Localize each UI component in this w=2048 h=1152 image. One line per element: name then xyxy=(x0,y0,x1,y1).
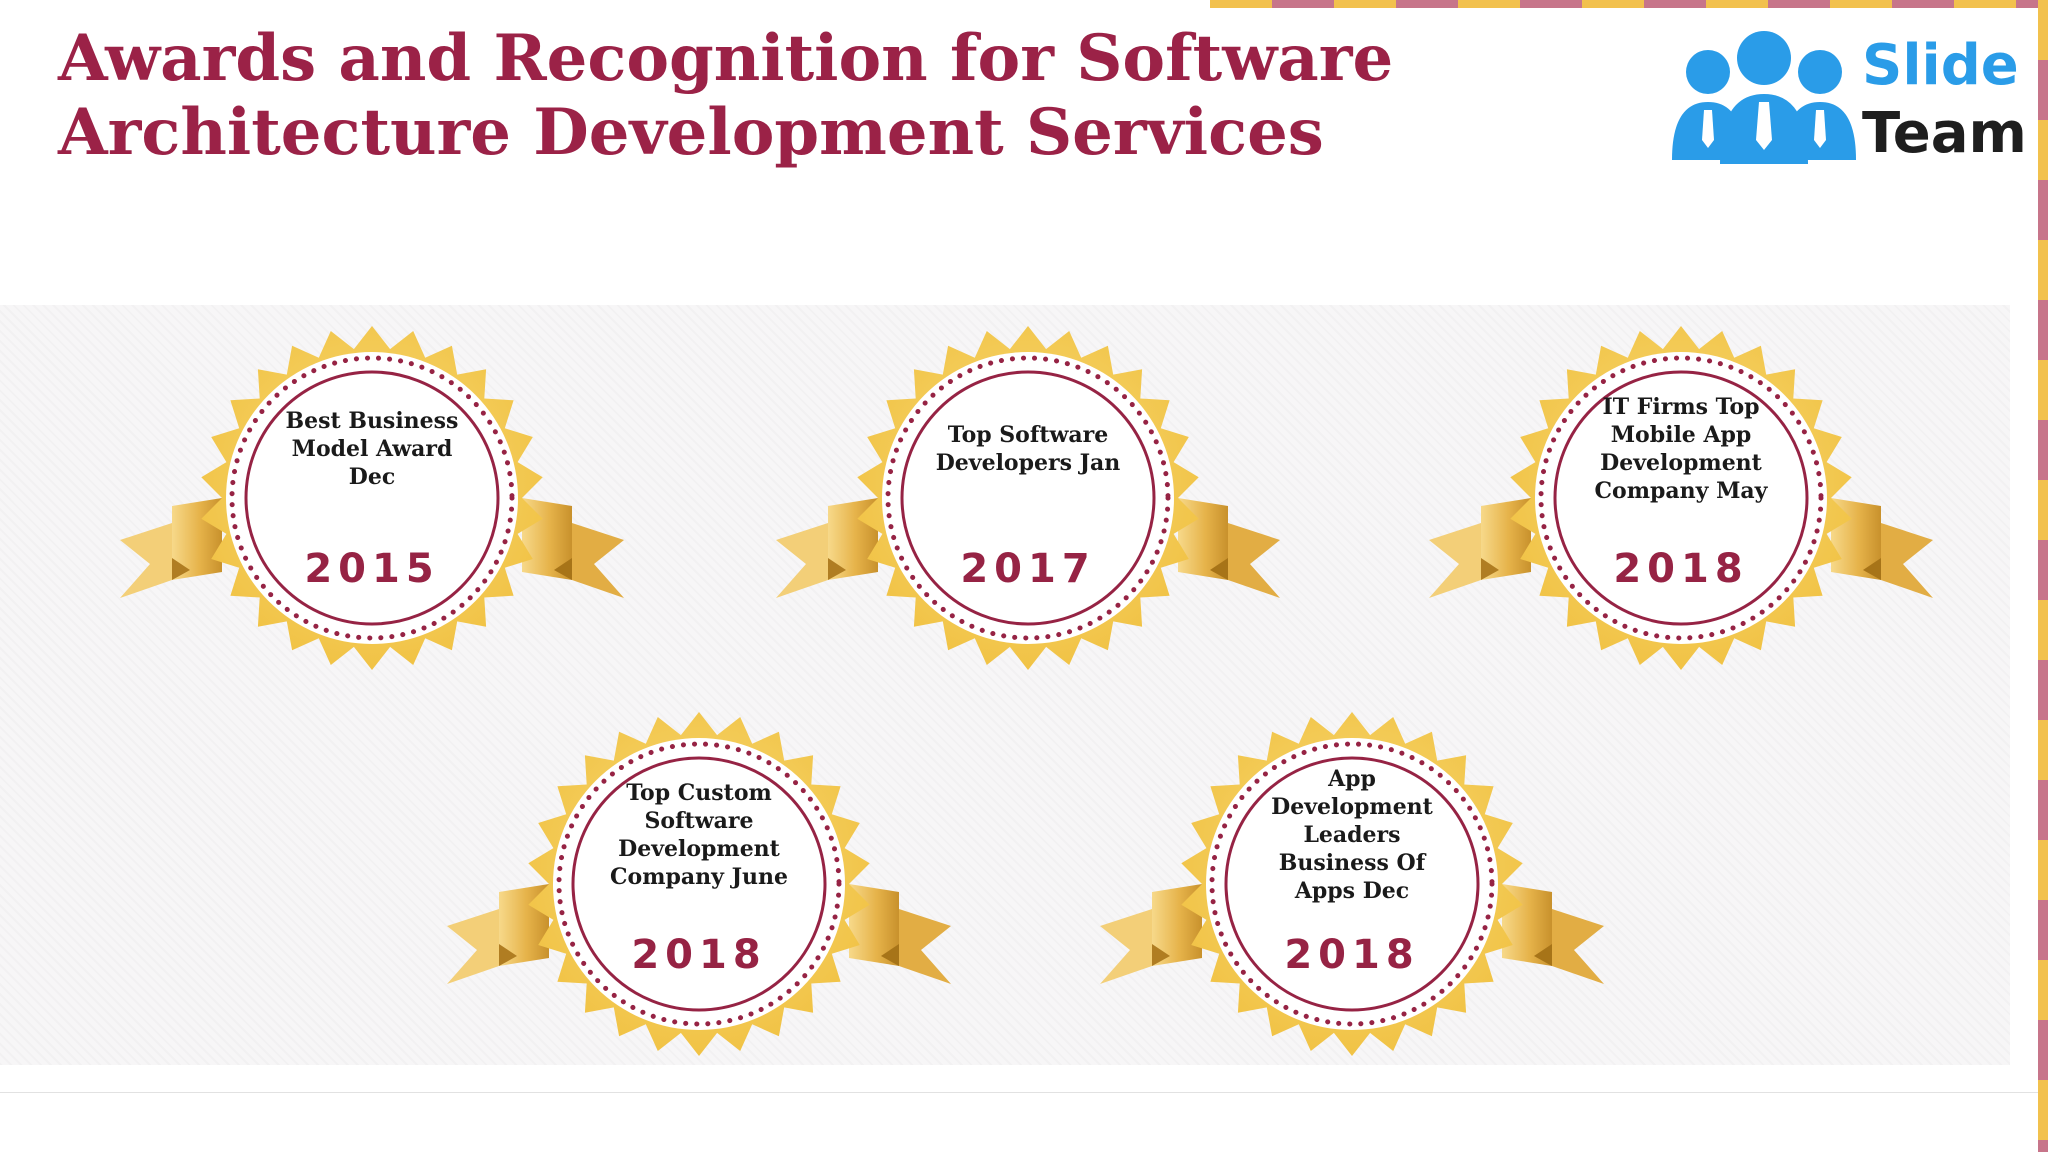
bottom-divider xyxy=(0,1092,2038,1093)
ribbon-right xyxy=(849,884,951,984)
people-group-icon xyxy=(1672,31,1856,164)
ribbon-left xyxy=(120,498,222,598)
ribbon-right xyxy=(1831,498,1933,598)
ribbon-left xyxy=(1100,884,1202,984)
award-year: 2018 xyxy=(1284,932,1420,978)
logo-word-slide: Slide xyxy=(1862,33,2019,98)
award-year: 2018 xyxy=(631,932,767,978)
ribbon-left xyxy=(776,498,878,598)
ribbon-left xyxy=(447,884,549,984)
slide-title: Awards and Recognition for Software Arch… xyxy=(58,21,1394,170)
award-title: App Development Leaders Business Of Apps… xyxy=(1271,766,1433,904)
logo-word-team: Team xyxy=(1862,101,2027,166)
ribbon-right xyxy=(1178,498,1280,598)
award-badge: IT Firms Top Mobile App Development Comp… xyxy=(1421,318,1941,678)
award-title: Best Business Model Award Dec xyxy=(285,408,459,490)
ribbon-left xyxy=(1429,498,1531,598)
right-decorative-stripe xyxy=(2038,0,2048,1152)
award-badge: Top Custom Software Development Company … xyxy=(439,704,959,1064)
award-year: 2018 xyxy=(1613,546,1749,592)
slideteam-logo: Slide Team xyxy=(1664,28,2027,168)
award-badge: Top Software Developers Jan 2017 xyxy=(768,318,1288,678)
award-badge: App Development Leaders Business Of Apps… xyxy=(1092,704,1612,1064)
award-title: Top Custom Software Development Company … xyxy=(610,780,788,890)
award-title: IT Firms Top Mobile App Development Comp… xyxy=(1594,394,1768,504)
award-badge: Best Business Model Award Dec 2015 xyxy=(112,318,632,678)
ribbon-right xyxy=(522,498,624,598)
top-decorative-stripe xyxy=(1210,0,2048,8)
award-year: 2015 xyxy=(304,546,440,592)
award-year: 2017 xyxy=(960,546,1096,592)
ribbon-right xyxy=(1502,884,1604,984)
award-title: Top Software Developers Jan xyxy=(935,422,1121,476)
